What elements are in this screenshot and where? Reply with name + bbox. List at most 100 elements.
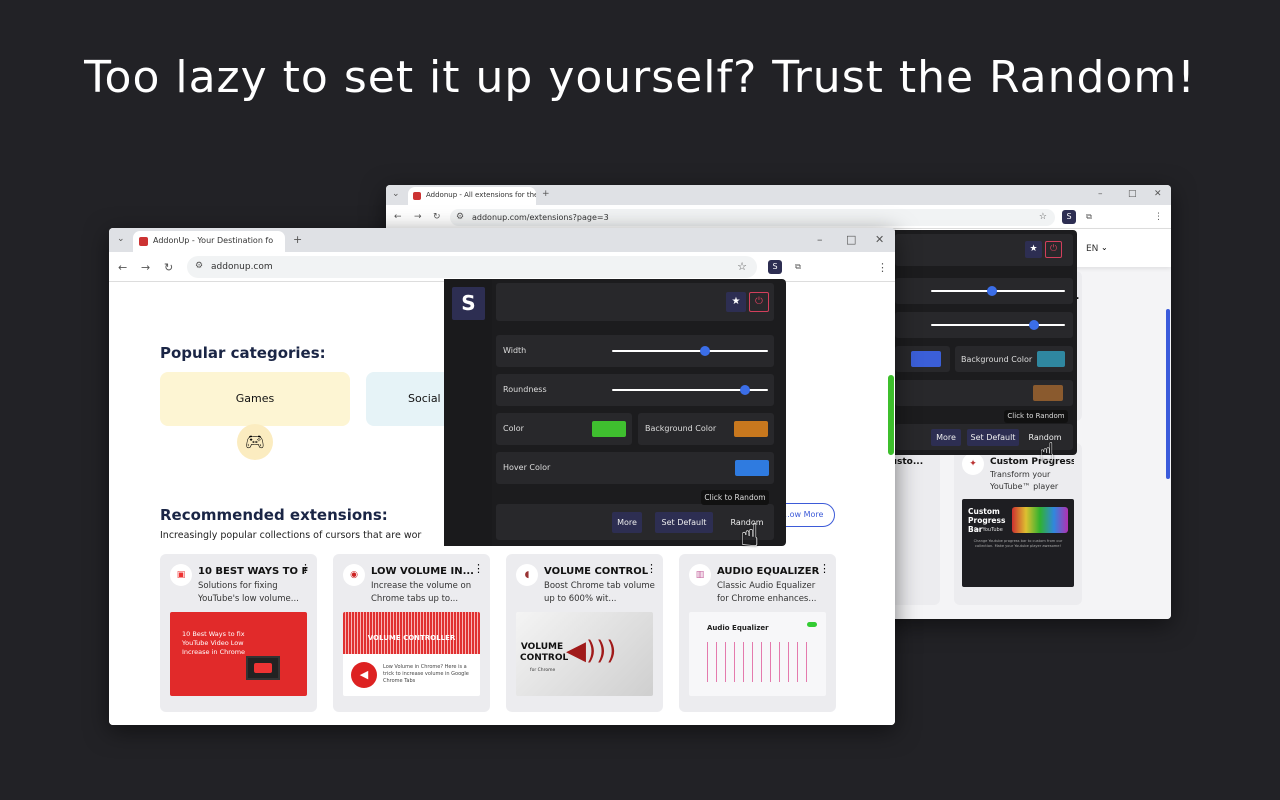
hand-cursor-icon: ☝	[1039, 438, 1055, 468]
monitor-graphic	[246, 656, 280, 680]
tab-list-icon[interactable]: ⌄	[392, 190, 400, 199]
set-default-button[interactable]: Set Default	[967, 429, 1019, 446]
gamepad-icon: 🎮︎	[237, 424, 273, 460]
power-icon[interactable]: ⏻	[1045, 241, 1062, 258]
card-logo: ✦	[962, 453, 984, 475]
width-slider-knob[interactable]	[699, 346, 710, 356]
power-icon[interactable]: ⏻	[749, 292, 769, 312]
speaker-graphic: ◀)))	[566, 636, 617, 666]
roundness-slider[interactable]	[612, 385, 768, 395]
reload-icon[interactable]: ↻	[433, 213, 441, 222]
back-tab[interactable]: Addonup - All extensions for the	[408, 187, 536, 205]
new-tab-icon[interactable]: +	[542, 190, 550, 199]
site-info-icon[interactable]: ⚙	[456, 213, 464, 222]
volume-control-logo: ◖	[516, 564, 538, 586]
minimize-icon[interactable]: –	[817, 234, 823, 245]
row-label: Background Color	[961, 355, 1033, 364]
card-title: LOW VOLUME IN...	[371, 566, 474, 577]
more-button[interactable]: More	[612, 512, 642, 533]
tab-list-icon[interactable]: ⌄	[117, 235, 125, 244]
equalizer-graphic	[707, 642, 815, 682]
headline: Too lazy to set it up yourself? Trust th…	[84, 52, 1196, 103]
addonup-favicon	[413, 192, 421, 200]
scroll-indicator	[888, 375, 894, 455]
section-subtitle: Increasingly popular collections of curs…	[160, 530, 422, 541]
menu-dots-icon[interactable]: ⋮	[300, 562, 311, 575]
maximize-icon[interactable]: □	[846, 234, 856, 245]
menu-dots-icon[interactable]: ⋮	[819, 562, 830, 575]
star-icon[interactable]: ★	[1025, 241, 1042, 258]
puzzle-icon[interactable]: ⧉	[791, 260, 805, 274]
maximize-icon[interactable]: □	[1128, 190, 1137, 199]
minimize-icon[interactable]: –	[1098, 190, 1103, 199]
category-label: Social	[408, 392, 441, 405]
width-row: Width	[496, 335, 774, 367]
close-icon[interactable]: ✕	[875, 234, 884, 245]
cursor-extension-icon[interactable]: S	[1062, 210, 1076, 224]
category-card-games[interactable]: Games	[160, 372, 350, 426]
image-text: VOLUME CONTROL	[520, 642, 569, 663]
forward-icon[interactable]: →	[141, 262, 150, 273]
menu-dots-icon[interactable]: ⋮	[877, 262, 888, 273]
audio-equalizer-logo: ▥	[689, 564, 711, 586]
hover-color-swatch[interactable]	[735, 460, 769, 476]
close-icon[interactable]: ✕	[1154, 190, 1162, 199]
set-default-button[interactable]: Set Default	[655, 512, 713, 533]
hover-color-row: Hover Color	[496, 452, 774, 484]
extension-card[interactable]: ▥ AUDIO EQUALIZER Classic Audio Equalize…	[679, 554, 836, 712]
extension-card[interactable]: ◖ VOLUME CONTROL Boost Chrome tab volume…	[506, 554, 663, 712]
category-label: Games	[235, 392, 275, 405]
progress-bar-samples	[1012, 507, 1068, 533]
star-icon[interactable]: ☆	[1039, 213, 1047, 222]
low-volume-logo: ◉	[343, 564, 365, 586]
menu-dots-icon[interactable]: ⋮	[473, 562, 484, 575]
color-swatch[interactable]	[592, 421, 626, 437]
more-button[interactable]: More	[931, 429, 961, 446]
width-slider[interactable]	[612, 346, 768, 356]
card-desc: Increase the volume on Chrome tabs up to…	[371, 581, 472, 604]
address-bar[interactable]: addonup.com ⚙ ☆	[187, 256, 757, 278]
image-title: VOLUME CONTROLLER	[367, 634, 456, 642]
puzzle-icon[interactable]: ⧉	[1082, 210, 1096, 224]
site-info-icon[interactable]: ⚙	[195, 262, 203, 271]
roundness-slider-knob[interactable]	[740, 385, 751, 395]
width-label: Width	[503, 346, 527, 355]
cursor-extension-icon[interactable]: S	[768, 260, 782, 274]
new-tab-icon[interactable]: +	[293, 234, 302, 245]
address-bar[interactable]: addonup.com/extensions?page=3 ⚙ ☆	[450, 209, 1055, 226]
color-label: Color	[503, 424, 524, 433]
url-text: addonup.com	[211, 262, 273, 272]
image-caption: Change Youtube progress bar to custom fr…	[973, 539, 1063, 548]
menu-dots-icon[interactable]: ⋮	[646, 562, 657, 575]
toggle-icon	[807, 622, 817, 627]
reload-icon[interactable]: ↻	[164, 262, 173, 273]
section-title-recommended: Recommended extensions:	[160, 506, 388, 524]
extension-card[interactable]: ◉ LOW VOLUME IN... Increase the volume o…	[333, 554, 490, 712]
hover-color-label: Hover Color	[503, 463, 551, 472]
roundness-row: Roundness	[496, 374, 774, 406]
card-image: VOLUME CONTROL for Chrome ◀)))	[516, 612, 653, 696]
card-desc: Transform your YouTube™ player with fun …	[990, 470, 1059, 491]
youtube-fix-logo: ▣	[170, 564, 192, 586]
back-card-custom-progress[interactable]: ✦ Custom Progress Bar... Transform your …	[954, 443, 1082, 605]
back-icon[interactable]: ←	[394, 213, 402, 222]
front-tab-title: AddonUp - Your Destination fo	[153, 236, 274, 245]
random-tooltip: Click to Random	[701, 490, 769, 505]
scrollbar[interactable]	[1166, 309, 1170, 479]
menu-dots-icon[interactable]: ⋮	[1154, 213, 1163, 222]
back-icon[interactable]: ←	[118, 262, 127, 273]
language-selector[interactable]: EN	[1086, 244, 1098, 254]
card-title: VOLUME CONTROL	[544, 566, 649, 577]
star-icon[interactable]: ☆	[737, 261, 747, 272]
custom-progress-image: Custom Progress Bar for YouTube Change Y…	[962, 499, 1074, 587]
background-color-swatch[interactable]	[734, 421, 768, 437]
addonup-favicon	[139, 237, 148, 246]
hand-cursor-icon: ☝	[740, 516, 760, 554]
card-image: 10 Best Ways to fix YouTube Video Low In…	[170, 612, 307, 696]
extension-card[interactable]: ▣ 10 BEST WAYS TO FI... Solutions for fi…	[160, 554, 317, 712]
back-tab-title: Addonup - All extensions for the	[426, 191, 536, 199]
card-desc: Boost Chrome tab volume up to 600% wit..…	[544, 581, 655, 604]
star-icon[interactable]: ★	[726, 292, 746, 312]
front-tab[interactable]: AddonUp - Your Destination fo	[133, 231, 285, 252]
forward-icon[interactable]: →	[414, 213, 422, 222]
